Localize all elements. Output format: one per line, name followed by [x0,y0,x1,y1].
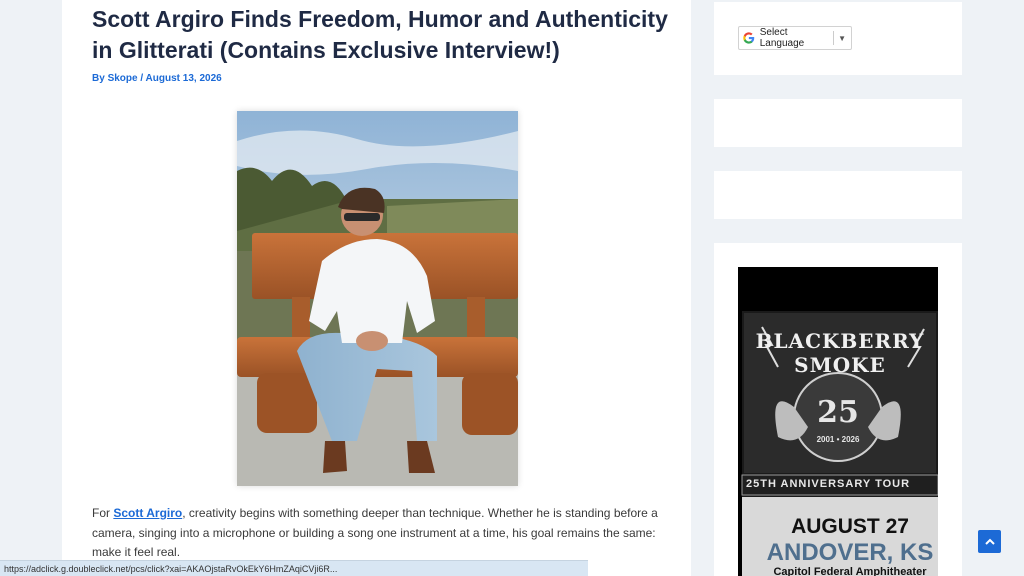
language-widget: Select Language ▼ [714,2,962,75]
ad-city: ANDOVER, KS [766,539,934,566]
ad-date: AUGUST 27 [791,515,909,538]
article-paragraph: For Scott Argiro, creativity begins with… [92,504,662,563]
by-prefix: By [92,73,108,84]
select-divider [833,31,835,45]
author-link[interactable]: Skope [108,73,138,84]
ad-band-name: BLACKBERRY SMOKE [755,329,925,377]
language-label: Select Language [759,27,805,49]
browser-status-bar: https://adclick.g.doubleclick.net/pcs/cl… [0,560,588,576]
post-date: August 13, 2026 [145,73,222,84]
meta-separator: / [137,73,146,84]
ad-years: 2001 • 2026 [816,435,860,444]
tour-ad-banner[interactable]: BLACKBERRY SMOKE 25 2001 • 2026 25TH ANN… [738,267,938,576]
article-container: Scott Argiro Finds Freedom, Humor and Au… [62,0,691,576]
article-meta: By Skope / August 13, 2026 [92,73,222,84]
sidebar-widget-empty-1 [714,99,962,147]
ad-venue: Capitol Federal Amphitheater [773,566,927,576]
ad-widget: BLACKBERRY SMOKE 25 2001 • 2026 25TH ANN… [714,243,962,576]
scroll-to-top-button[interactable] [978,530,1001,553]
article-title: Scott Argiro Finds Freedom, Humor and Au… [92,6,668,63]
google-g-icon [743,32,755,44]
sidebar-widget-empty-2 [714,171,962,219]
scott-argiro-link[interactable]: Scott Argiro [113,506,182,520]
body-prefix: For [92,506,114,520]
language-select[interactable]: Select Language ▼ [738,26,852,50]
ad-anniversary-number: 25 [817,395,859,430]
featured-photo [237,111,518,486]
dropdown-arrow-icon: ▼ [838,33,846,43]
chevron-up-icon [984,538,995,545]
ad-tour: 25TH ANNIVERSARY TOUR [746,478,911,490]
